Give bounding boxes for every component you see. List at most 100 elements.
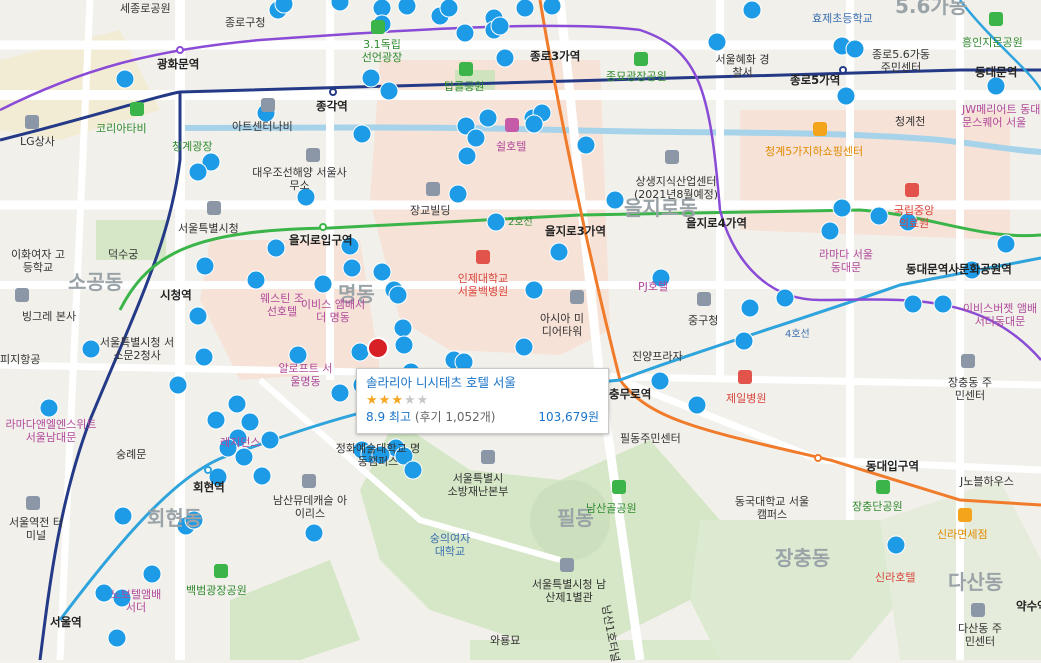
popup-price[interactable]: 103,679원 (538, 410, 599, 425)
hotel-marker[interactable] (886, 535, 906, 555)
hotel-marker[interactable] (304, 523, 324, 543)
hotel-marker[interactable] (188, 162, 208, 182)
hotel-marker[interactable] (740, 298, 760, 318)
hotel-marker[interactable] (227, 394, 247, 414)
hotel-marker[interactable] (734, 331, 754, 351)
hotel-marker[interactable] (845, 39, 865, 59)
hotel-marker[interactable] (352, 124, 372, 144)
hotel-marker[interactable] (486, 212, 506, 232)
station-hoehyeon[interactable]: 회현역 (193, 481, 225, 494)
place-label: 청계광장 (172, 140, 213, 153)
hotel-info-popup[interactable]: 솔라리아 니시테츠 호텔 서울 ★★★★★ 8.9 최고 (후기 1,052개)… (356, 368, 609, 434)
station-jonggak[interactable]: 종각역 (316, 100, 348, 113)
hotel-marker[interactable] (142, 564, 162, 584)
hotel-marker[interactable] (524, 114, 544, 134)
hotel-marker[interactable] (372, 0, 392, 18)
hotel-marker[interactable] (397, 0, 417, 16)
hotel-marker[interactable] (252, 466, 272, 486)
hotel-marker[interactable] (836, 86, 856, 106)
hotel-marker[interactable] (832, 198, 852, 218)
hotel-marker[interactable] (495, 48, 515, 68)
hotel-marker[interactable] (742, 0, 762, 20)
station-dongguk[interactable]: 동대입구역 (866, 460, 919, 473)
place-label: 아시아 미디어타워 (540, 312, 584, 338)
place-label: 서울특별시청 (178, 222, 239, 235)
hotel-marker[interactable] (393, 318, 413, 338)
station-euljiro4ga[interactable]: 을지로4가역 (686, 217, 747, 230)
hotel-marker[interactable] (313, 274, 333, 294)
hotel-marker[interactable] (775, 288, 795, 308)
station-seoul[interactable]: 서울역 (50, 616, 82, 629)
hotel-marker[interactable] (549, 242, 569, 262)
station-dongdaemun[interactable]: 동대문역 (975, 66, 1017, 79)
place-label: 덕수궁 (108, 248, 139, 261)
map-canvas[interactable] (0, 0, 1041, 660)
hotel-marker[interactable] (986, 76, 1006, 96)
hotel-marker[interactable] (188, 306, 208, 326)
hotel-marker[interactable] (361, 68, 381, 88)
hotel-marker[interactable] (933, 294, 953, 314)
building-icon (261, 98, 275, 112)
hotel-marker[interactable] (234, 447, 254, 467)
station-euljiro1ga[interactable]: 을지로입구역 (289, 234, 352, 247)
hotel-marker[interactable] (168, 375, 188, 395)
hotel-marker[interactable] (274, 0, 294, 14)
hotel-marker[interactable] (457, 146, 477, 166)
hotel-marker[interactable] (707, 32, 727, 52)
hotel-marker[interactable] (195, 256, 215, 276)
hotel-marker[interactable] (246, 270, 266, 290)
hotel-marker[interactable] (394, 335, 414, 355)
station-gwanghwamun[interactable]: 광화문역 (157, 58, 199, 71)
hotel-marker[interactable] (996, 234, 1016, 254)
hotel-marker[interactable] (650, 371, 670, 391)
place-label: 서울특별시청 서소문2청사 (99, 336, 175, 362)
station-euljiro3ga[interactable]: 을지로3가역 (545, 225, 606, 238)
hotel-marker[interactable] (448, 184, 468, 204)
hotel-marker[interactable] (113, 506, 133, 526)
hotel-marker[interactable] (260, 430, 280, 450)
hotel-marker[interactable] (903, 294, 923, 314)
hotel-marker[interactable] (869, 206, 889, 226)
hotel-marker[interactable] (372, 262, 392, 282)
hotel-marker[interactable] (466, 128, 486, 148)
hotel-marker[interactable] (194, 347, 214, 367)
hotel-marker[interactable] (687, 395, 707, 415)
station-dot-jonggak (329, 88, 337, 96)
hotel-marker[interactable] (524, 280, 544, 300)
building-icon (961, 354, 975, 368)
star-filled-icon: ★ (366, 393, 379, 408)
place-label: 종로5.6가동 주민센터 (872, 48, 930, 74)
station-ddp[interactable]: 동대문역사문화공원역 (906, 263, 1012, 276)
station-yaksu[interactable]: 약수역 (1016, 600, 1041, 613)
hotel-marker[interactable] (542, 0, 562, 16)
hotel-marker[interactable] (206, 410, 226, 430)
building-icon (560, 558, 574, 572)
shopping-icon (958, 508, 972, 522)
station-cityhall[interactable]: 시청역 (160, 289, 192, 302)
hotel-marker[interactable] (576, 135, 596, 155)
selected-hotel-marker[interactable] (367, 337, 389, 359)
hotel-marker[interactable] (605, 190, 625, 210)
hotel-marker[interactable] (240, 412, 260, 432)
hotel-marker[interactable] (379, 81, 399, 101)
hotel-marker[interactable] (455, 23, 475, 43)
hotel-marker[interactable] (342, 258, 362, 278)
hotel-marker[interactable] (478, 108, 498, 128)
hotel-marker[interactable] (39, 398, 59, 418)
hotel-marker[interactable] (515, 0, 535, 18)
district-label-dasan: 다산동 (948, 570, 1004, 594)
hotel-marker[interactable] (107, 628, 127, 648)
hotel-marker[interactable] (439, 0, 459, 18)
hotel-marker[interactable] (388, 285, 408, 305)
hotel-marker[interactable] (330, 383, 350, 403)
hotel-marker[interactable] (490, 16, 510, 36)
station-chungmuro[interactable]: 충무로역 (609, 388, 651, 401)
station-jongno3ga[interactable]: 종로3가역 (530, 50, 580, 63)
hotel-marker[interactable] (820, 221, 840, 241)
hotel-marker[interactable] (115, 69, 135, 89)
popup-hotel-name[interactable]: 솔라리아 니시테츠 호텔 서울 (366, 375, 599, 391)
hotel-marker[interactable] (514, 337, 534, 357)
hotel-marker[interactable] (266, 238, 286, 258)
place-label: 제일병원 (726, 392, 767, 405)
station-jongno5ga[interactable]: 종로5가역 (790, 74, 840, 87)
